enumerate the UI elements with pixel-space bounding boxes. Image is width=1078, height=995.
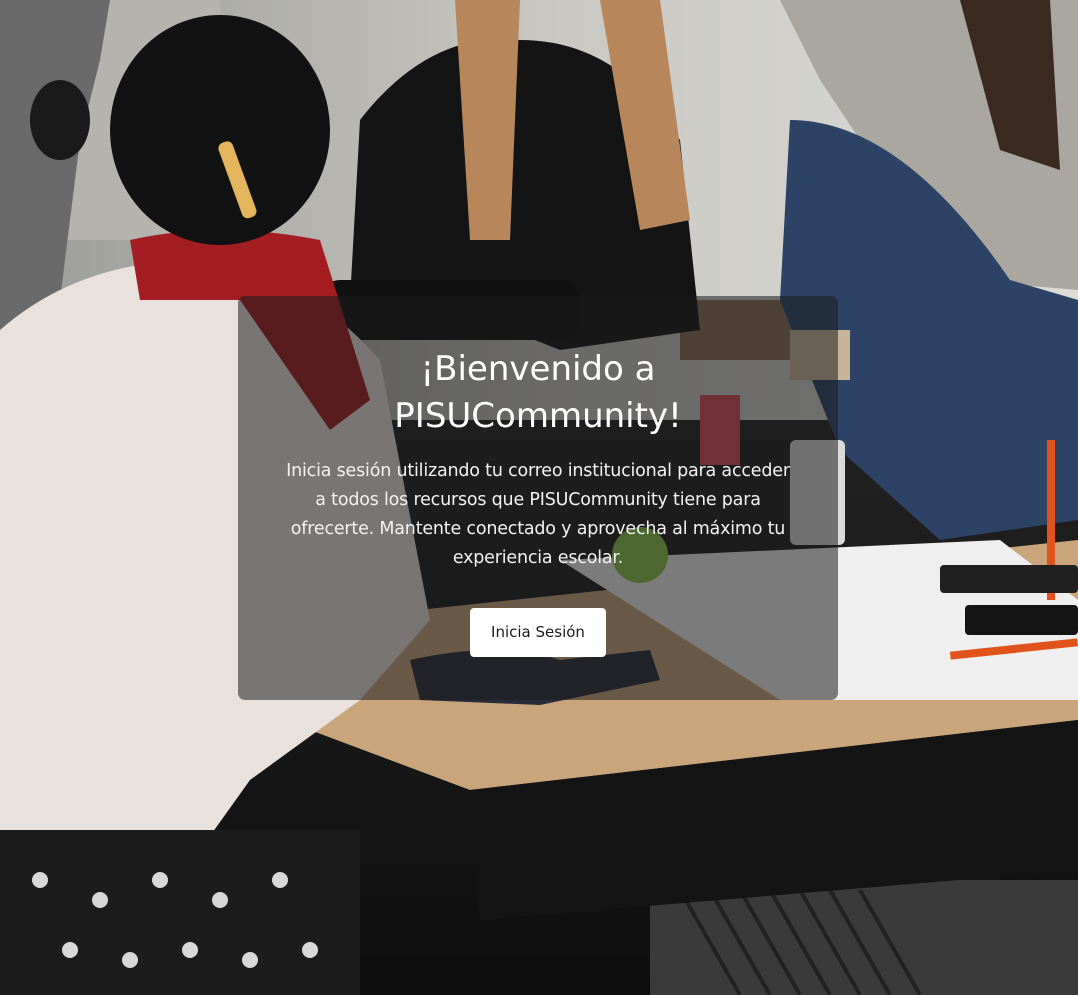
welcome-card: ¡Bienvenido a PISUCommunity! Inicia sesi… [238, 296, 838, 700]
welcome-description: Inicia sesión utilizando tu correo insti… [286, 461, 790, 568]
login-page: ¡Bienvenido a PISUCommunity! Inicia sesi… [0, 0, 1078, 995]
login-button[interactable]: Inicia Sesión [470, 608, 606, 657]
welcome-title-line-2: PISUCommunity! [394, 396, 682, 436]
welcome-title: ¡Bienvenido a PISUCommunity! [282, 346, 794, 440]
welcome-title-line-1: ¡Bienvenido a [420, 349, 656, 389]
